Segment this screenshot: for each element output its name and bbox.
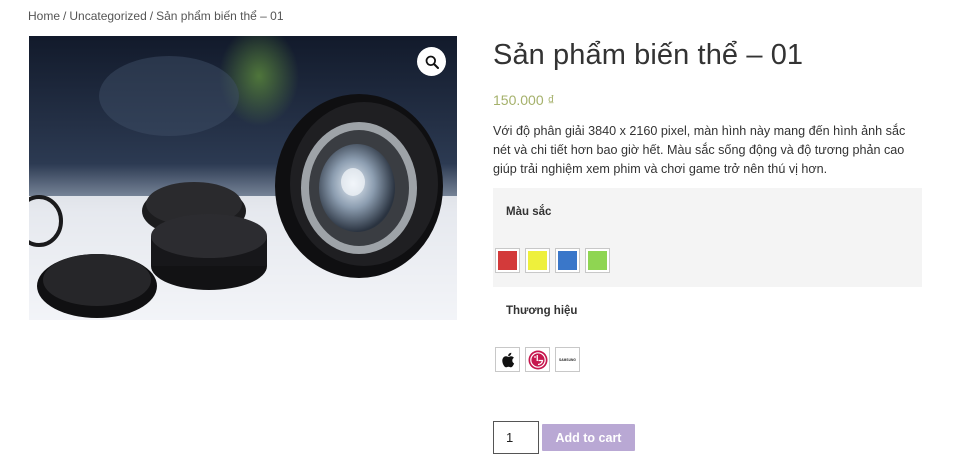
product-summary: Sản phẩm biến thể – 01 150.000 ₫ Với độ …: [493, 36, 922, 179]
swatch-fill: [588, 251, 607, 270]
product-price: 150.000 ₫: [493, 92, 555, 108]
brand-swatch-apple[interactable]: [495, 347, 520, 372]
color-attribute-label: Màu sắc: [506, 206, 552, 218]
product-image[interactable]: [29, 36, 457, 320]
add-to-cart-button[interactable]: Add to cart: [542, 424, 635, 451]
breadcrumb-separator: /: [149, 9, 154, 23]
brand-swatches: SAMSUNG: [495, 347, 580, 372]
add-to-cart-form: Add to cart: [493, 421, 635, 454]
lg-logo-icon: [528, 350, 547, 369]
samsung-logo-text: SAMSUNG: [559, 357, 576, 362]
brand-attribute-label: Thương hiệu: [506, 305, 578, 317]
brand-attribute: Thương hiệu SAMSUNG: [493, 287, 922, 387]
breadcrumb-separator: /: [63, 9, 67, 23]
camera-lens-photo: [29, 36, 457, 320]
color-swatch-blue[interactable]: [555, 248, 580, 273]
swatch-fill: [528, 251, 547, 270]
breadcrumb-category-link[interactable]: Uncategorized: [69, 9, 146, 23]
apple-logo-icon: [501, 352, 514, 367]
color-attribute: Màu sắc: [493, 188, 922, 287]
breadcrumb-current: Sản phẩm biến thể – 01: [156, 9, 284, 23]
product-title: Sản phẩm biến thể – 01: [493, 39, 804, 71]
breadcrumb: Home / Uncategorized / Sản phẩm biến thể – 0…: [28, 9, 284, 23]
color-swatch-green[interactable]: [585, 248, 610, 273]
brand-swatch-samsung[interactable]: SAMSUNG: [555, 347, 580, 372]
product-description: Với độ phân giải 3840 x 2160 pixel, màn …: [493, 124, 906, 176]
zoom-button[interactable]: [417, 47, 446, 76]
swatch-fill: [498, 251, 517, 270]
breadcrumb-home-link[interactable]: Home: [28, 9, 60, 23]
magnifier-icon: [425, 55, 439, 69]
color-swatch-yellow[interactable]: [525, 248, 550, 273]
swatch-fill: [558, 251, 577, 270]
brand-swatch-lg[interactable]: [525, 347, 550, 372]
color-swatches: [495, 248, 610, 273]
color-swatch-red[interactable]: [495, 248, 520, 273]
quantity-input[interactable]: [493, 421, 539, 454]
